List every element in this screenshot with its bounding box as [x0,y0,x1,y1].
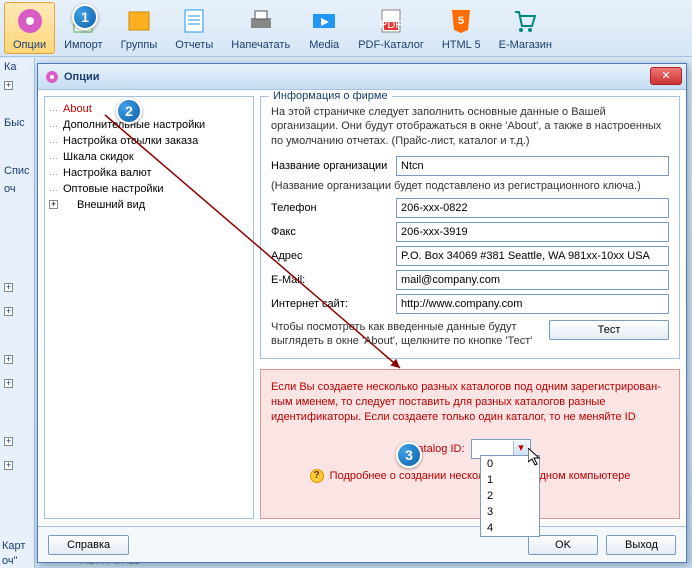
cart-icon [509,5,541,37]
expand-icon[interactable]: + [4,81,13,90]
expand-icon[interactable]: + [4,437,13,446]
fax-label: Факс [271,226,396,238]
toolbar-eshop[interactable]: E-Магазин [490,2,561,54]
tree-currency[interactable]: Настройка валют [49,165,249,181]
groups-icon [123,5,155,37]
print-icon [245,5,277,37]
tree-wholesale[interactable]: Оптовые настройки [49,181,249,197]
mouse-cursor-icon [528,448,544,468]
och2-label: оч" [2,555,18,567]
dropdown-option[interactable]: 2 [481,488,539,504]
expand-icon[interactable]: + [4,461,13,470]
catalog-id-warning: Если Вы создаете несколько разных катало… [260,369,680,519]
phone-label: Телефон [271,202,396,214]
options-dialog: Опции ✕ About Дополнительные настройки Н… [37,63,687,563]
tree-about[interactable]: About [49,101,249,117]
exit-button[interactable]: Выход [606,535,676,555]
html5-icon: 5 [445,5,477,37]
toolbar-options[interactable]: Опции [4,2,55,54]
tree-discount[interactable]: Шкала скидок [49,149,249,165]
dialog-titlebar[interactable]: Опции ✕ [38,64,686,90]
help-button[interactable]: Справка [48,535,129,555]
annotation-badge-2: 2 [116,98,142,124]
toolbar-print[interactable]: Напечатать [222,2,299,54]
site-label: Интернет сайт: [271,298,396,310]
dropdown-option[interactable]: 1 [481,472,539,488]
media-icon [308,5,340,37]
test-description: Чтобы посмотреть как введенные данные бу… [271,320,539,349]
pdf-icon: PDF [375,5,407,37]
svg-text:PDF: PDF [380,19,402,31]
test-button[interactable]: Тест [549,320,669,340]
warning-text: Если Вы создаете несколько разных катало… [271,380,669,425]
dialog-footer: Справка OK Выход [38,526,686,562]
kart-label: Карт [2,540,25,552]
reg-note: (Название организации будет подставлено … [271,180,669,192]
reports-icon [178,5,210,37]
svg-text:5: 5 [458,15,464,27]
phone-input[interactable] [396,198,669,218]
close-button[interactable]: ✕ [650,67,682,85]
fax-input[interactable] [396,222,669,242]
group-description: На этой страничке следует заполнить осно… [271,105,669,148]
annotation-badge-3: 3 [396,442,422,468]
expand-icon[interactable]: + [49,200,58,209]
group-title: Информация о фирме [269,90,392,102]
toolbar-media[interactable]: Media [299,2,349,54]
disc-icon [14,5,46,37]
expand-icon[interactable]: + [4,307,13,316]
toolbar-html5[interactable]: 5 HTML 5 [433,2,490,54]
company-info-group: Информация о фирме На этой страничке сле… [260,96,680,359]
expand-icon[interactable]: + [4,283,13,292]
question-icon: ? [310,469,324,483]
toolbar-pdf[interactable]: PDF PDF-Каталог [349,2,433,54]
expand-icon[interactable]: + [4,355,13,364]
org-input[interactable] [396,156,669,176]
email-input[interactable] [396,270,669,290]
tree-order[interactable]: Настройка отсылки заказа [49,133,249,149]
addr-label: Адрес [271,250,396,262]
org-label: Название организации [271,160,396,172]
tree-advanced[interactable]: Дополнительные настройки [49,117,249,133]
dialog-title: Опции [64,71,100,83]
left-sidebar: Ка + Быс Спис оч + + + + + + [0,58,35,568]
gear-icon [44,69,60,85]
expand-icon[interactable]: + [4,379,13,388]
options-tree: About Дополнительные настройки Настройка… [44,96,254,519]
toolbar-reports[interactable]: Отчеты [166,2,222,54]
site-input[interactable] [396,294,669,314]
dropdown-option[interactable]: 3 [481,504,539,520]
toolbar-groups[interactable]: Группы [112,2,167,54]
email-label: E-Mail: [271,274,396,286]
dropdown-option[interactable]: 4 [481,520,539,536]
tree-appearance[interactable]: +Внешний вид [49,197,249,213]
addr-input[interactable] [396,246,669,266]
annotation-badge-1: 1 [72,4,98,30]
main-toolbar: Опции Импорт Группы Отчеты Напечатать Me… [0,0,692,57]
ok-button[interactable]: OK [528,535,598,555]
